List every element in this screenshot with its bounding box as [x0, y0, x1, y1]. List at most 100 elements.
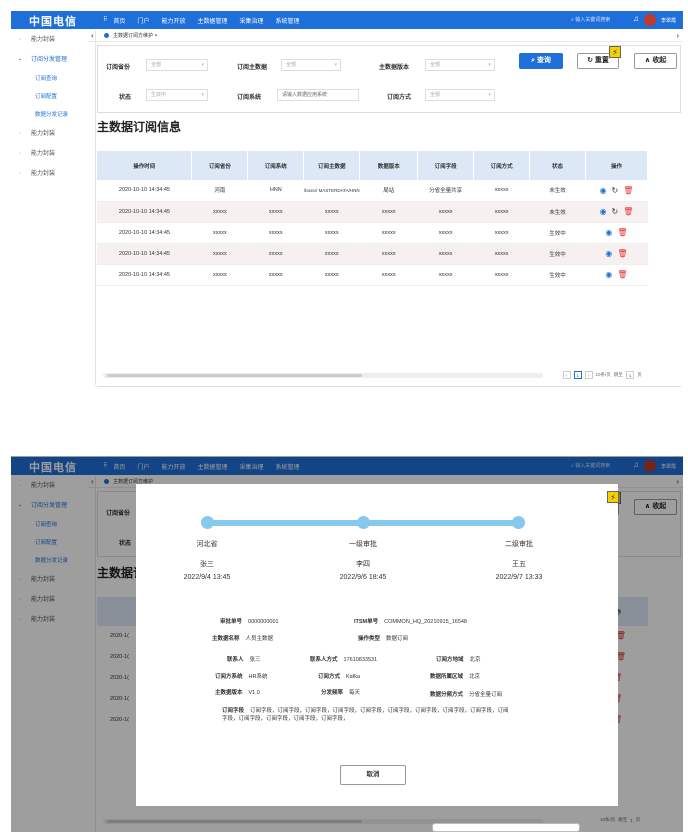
goto-label: 跳至	[613, 372, 623, 377]
collapse-button[interactable]: ∧ 收起	[634, 53, 677, 69]
step-person: 王五	[512, 561, 526, 568]
filter-panel: 订阅省份 全部 ▾ 订阅主数据 全部 ▾ 主数据版本 全部 ▾ 状态 生效中 ▾ 订阅系…	[97, 45, 681, 113]
step-person: 张三	[200, 561, 214, 568]
dist-mode: 数据分频方式 分省全量订阅	[430, 692, 503, 698]
col-header: 状态	[529, 151, 586, 180]
goto-input[interactable]: 1	[625, 371, 635, 379]
sub-system: 订阅方系统 HR系统	[215, 674, 268, 680]
table-row: 2020-10-10 14:34:45 xxxxx xxxxx xxxxx xxxxx x…	[97, 201, 648, 223]
step-person: 李四	[356, 561, 370, 568]
data-area: 数据所属区域 北京	[430, 674, 481, 680]
bell-icon[interactable]: ♫	[633, 14, 639, 23]
search-input[interactable]: ⌕ 输入关键词搜索	[571, 16, 610, 23]
col-header: 操作时间	[97, 151, 193, 180]
sidebar-item-active[interactable]: ▪ 订阅分发管理	[11, 50, 95, 70]
sub-method: 订阅方式 Kafka	[318, 674, 361, 680]
sidebar-sub-config[interactable]: 订阅配置	[11, 88, 95, 106]
tab-bar: ‹ 主数据订阅方维护 × ›	[88, 30, 683, 42]
refresh-icon[interactable]: ↻	[612, 207, 619, 216]
nav-portal[interactable]: 门户	[137, 16, 149, 25]
table-row: 2020-10-10 14:34:45 xxxxx xxxxx xxxxx xxxxx x…	[97, 243, 648, 265]
nav-home[interactable]: 首页	[113, 16, 125, 25]
delete-icon[interactable]: 🗑	[617, 249, 627, 258]
sidebar: ▫ 能力封装 ▪ 订阅分发管理 订阅查询 订阅配置 数据分发记录 ▫ 能力封装 ▫ 能力…	[11, 30, 96, 385]
bottom-scroll-handle[interactable]	[432, 823, 580, 832]
method-select[interactable]: 全部 ▾	[425, 89, 495, 101]
page-unit: 页	[637, 372, 642, 377]
sidebar-item[interactable]: ▫ 能力封装	[11, 30, 95, 50]
grid-icon[interactable]: ⠿	[103, 16, 107, 25]
approval-modal: 河北省 张三 2022/9/4 13:45 一级审批 李四 2022/9/6 1…	[136, 484, 618, 806]
master-name: 主数据名称 人员主数据	[212, 636, 274, 642]
col-header: 操作	[585, 151, 649, 180]
cancel-button[interactable]: 取消	[340, 765, 406, 785]
lightning-icon: ⚡	[607, 491, 619, 503]
page-number[interactable]: 1	[573, 371, 583, 379]
nav-open[interactable]: 能力开放	[161, 16, 185, 25]
nav-system[interactable]: 系统管理	[275, 16, 299, 25]
system-input[interactable]: 请输入数据应用系统	[277, 89, 359, 101]
col-header: 订阅主数据	[303, 151, 361, 180]
top-bar: 中国电信CHINA TELECOM ⠿ 首页 门户 能力开放 主数据管理 采集治…	[11, 11, 683, 32]
refresh-icon[interactable]: ↻	[612, 186, 619, 195]
col-header: 订阅省份	[191, 151, 249, 180]
view-icon[interactable]: ◉	[600, 186, 607, 195]
table-row: 2020-10-10 14:34:45 xxxxx xxxxx xxxxx xxxxx x…	[97, 222, 648, 244]
section-title: 主数据订阅信息	[97, 120, 182, 134]
status-select[interactable]: 生效中 ▾	[146, 89, 208, 101]
province-select[interactable]: 全部 ▾	[146, 59, 208, 71]
chevron-left-icon[interactable]: ‹	[91, 31, 94, 40]
delete-icon[interactable]: 🗑	[623, 186, 633, 195]
delete-icon[interactable]: 🗑	[617, 228, 627, 237]
op-type: 操作类型 数据订阅	[358, 636, 409, 642]
query-button[interactable]: ⌕ 查询	[519, 53, 563, 69]
step-title: 河北省	[196, 541, 218, 548]
view-icon[interactable]: ◉	[605, 249, 612, 258]
version-select[interactable]: 全部 ▾	[425, 59, 495, 71]
view-icon[interactable]: ◉	[605, 270, 612, 279]
master-label: 订阅主数据	[237, 65, 268, 71]
step-title: 二级审批	[505, 541, 533, 548]
status-label: 状态	[119, 95, 132, 101]
delete-icon[interactable]: 🗑	[623, 207, 633, 216]
col-header: 订阅方式	[473, 151, 531, 180]
chevron-right-icon[interactable]: ›	[676, 31, 679, 40]
user-name[interactable]: 李翠霞	[661, 17, 676, 24]
col-header: 数据版本	[359, 151, 419, 180]
sidebar-sub-record[interactable]: 数据分发记录	[11, 106, 95, 124]
dist-freq: 分发频率 每天	[321, 690, 361, 696]
lightning-icon: ⚡	[609, 46, 621, 58]
horizontal-scrollbar[interactable]	[103, 373, 543, 378]
step-time: 2022/9/6 18:45	[339, 574, 387, 581]
tab-master-sub[interactable]: 主数据订阅方维护 ×	[104, 32, 157, 39]
per-page-select[interactable]: 10条/页	[596, 372, 611, 378]
view-icon[interactable]: ◉	[605, 228, 612, 237]
contact: 联系人 张三	[227, 657, 261, 663]
avatar[interactable]	[644, 14, 656, 26]
sidebar-item[interactable]: ▫ 能力封装	[11, 124, 95, 144]
sub-fields: 订阅字段 订阅字段，订阅字段，订阅字段，订阅字段，订阅字段，订阅字段，订阅字段，订…	[222, 708, 509, 722]
table-row: 2020-10-10 14:34:45 河南 HNN/bossr/ MASTERDA…	[97, 180, 648, 202]
sidebar-item[interactable]: ▫ 能力封装	[11, 144, 95, 164]
main-nav: ⠿ 首页 门户 能力开放 主数据管理 采集治理 系统管理	[103, 16, 312, 25]
pagination: ‹ 1 › 10条/页 跳至 1 页	[563, 371, 642, 379]
sidebar-sub-query[interactable]: 订阅查询	[11, 70, 95, 88]
approval-no: 审批单号 0000000001	[220, 619, 279, 625]
prev-page[interactable]: ‹	[563, 371, 571, 379]
step-time: 2022/9/4 13:45	[183, 574, 231, 581]
nav-master[interactable]: 主数据管理	[197, 16, 227, 25]
delete-icon[interactable]: 🗑	[617, 270, 627, 279]
nav-collect[interactable]: 采集治理	[239, 16, 263, 25]
contact-way: 联系人方式 17610833531	[310, 657, 378, 663]
sidebar-item[interactable]: ▫ 能力封装	[11, 164, 95, 184]
itsm-no: ITSM单号 COMMON_HQ_20210915_16548	[354, 619, 467, 625]
step-title: 一级审批	[349, 541, 377, 548]
data-table: 操作时间 订阅省份 订阅系统 订阅主数据 数据版本 订阅字段 订阅方式 状态 操…	[97, 151, 649, 286]
master-select[interactable]: 全部 ▾	[281, 59, 341, 71]
master-version: 主数据版本 V1.0	[215, 690, 260, 696]
sub-area: 订阅方地域 北京	[436, 657, 481, 663]
system-label: 订阅系统	[237, 95, 262, 101]
next-page[interactable]: ›	[585, 371, 593, 379]
view-icon[interactable]: ◉	[600, 207, 607, 216]
version-label: 主数据版本	[379, 65, 410, 71]
